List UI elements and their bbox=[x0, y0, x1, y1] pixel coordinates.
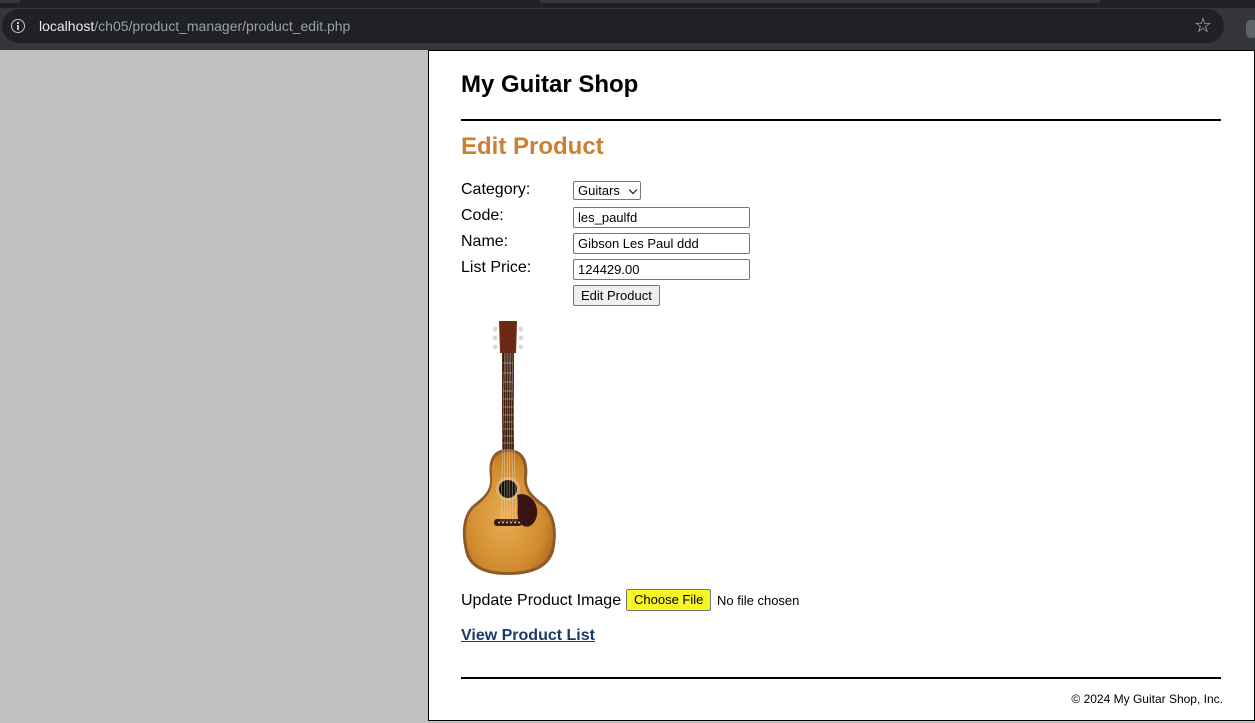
product-image bbox=[462, 321, 556, 575]
extension-icon[interactable] bbox=[1246, 20, 1255, 38]
url-text[interactable]: localhost/ch05/product_manager/product_e… bbox=[39, 18, 350, 34]
update-image-label: Update Product Image bbox=[461, 592, 622, 609]
footer-divider bbox=[461, 677, 1221, 679]
site-title: My Guitar Shop bbox=[461, 71, 639, 98]
star-icon[interactable]: ☆ bbox=[1191, 14, 1215, 38]
header-divider bbox=[461, 119, 1221, 121]
choose-file-button[interactable]: Choose File bbox=[626, 589, 712, 611]
category-select[interactable]: Guitars bbox=[573, 181, 641, 200]
page-title: Edit Product bbox=[461, 133, 604, 160]
page-container: My Guitar Shop Edit Product Category: Gu… bbox=[428, 50, 1255, 721]
price-input[interactable]: 124429.00 bbox=[573, 259, 750, 280]
browser-toolbar: localhost/ch05/product_manager/product_e… bbox=[0, 8, 1255, 50]
tab[interactable] bbox=[0, 0, 20, 3]
tab[interactable] bbox=[540, 0, 1100, 3]
view-product-list-link[interactable]: View Product List bbox=[461, 627, 595, 645]
url-path: /ch05/product_manager/product_edit.php bbox=[94, 18, 351, 34]
edit-product-button[interactable]: Edit Product bbox=[573, 285, 660, 306]
category-label: Category: bbox=[461, 181, 531, 198]
code-label: Code: bbox=[461, 207, 504, 224]
name-label: Name: bbox=[461, 233, 509, 250]
code-input[interactable]: les_paulfd bbox=[573, 207, 750, 228]
chevron-down-icon bbox=[628, 185, 638, 195]
url-host: localhost bbox=[39, 18, 95, 34]
price-label: List Price: bbox=[461, 259, 532, 276]
file-status-text: No file chosen bbox=[717, 593, 800, 608]
address-bar[interactable]: localhost/ch05/product_manager/product_e… bbox=[2, 9, 1224, 43]
browser-tab-strip bbox=[0, 0, 1255, 8]
footer-copyright: © 2024 My Guitar Shop, Inc. bbox=[1071, 692, 1223, 706]
name-input[interactable]: Gibson Les Paul ddd bbox=[573, 233, 750, 254]
category-value: Guitars bbox=[578, 183, 620, 198]
site-info-icon[interactable] bbox=[11, 19, 25, 33]
